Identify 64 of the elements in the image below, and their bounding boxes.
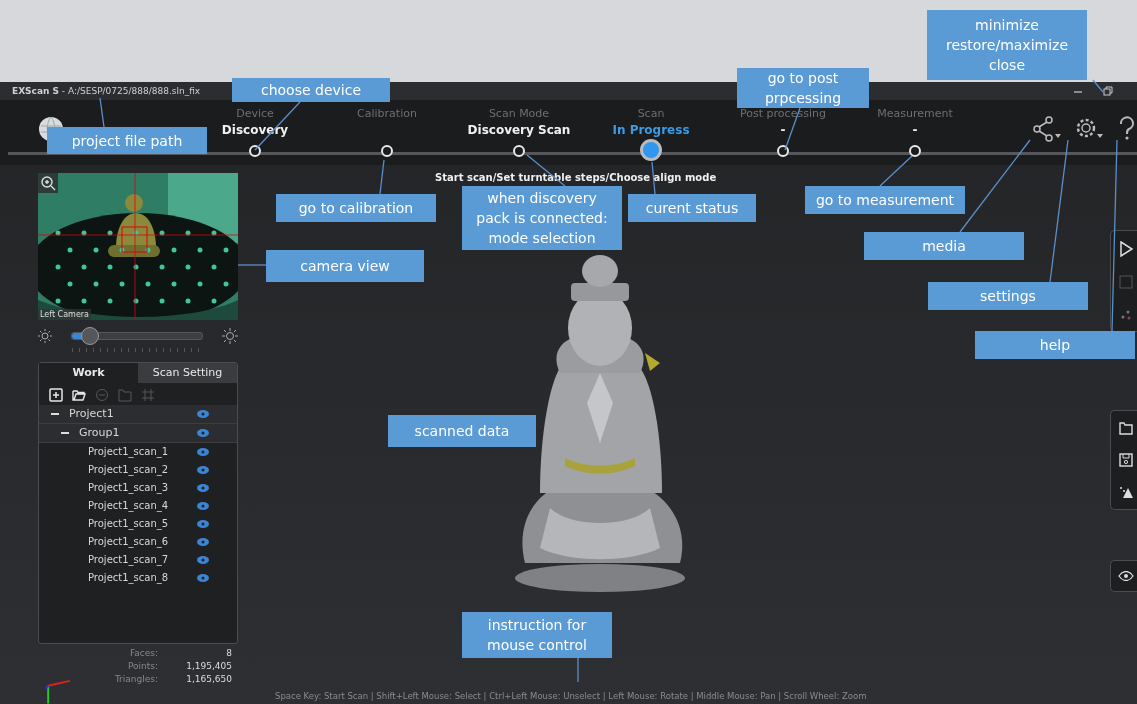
folder-open-icon[interactable] <box>72 387 86 402</box>
zoom-in-icon[interactable] <box>38 173 58 193</box>
annotation-label: scanned data <box>388 415 536 447</box>
tree-item[interactable]: Project1_scan_3 <box>88 482 169 494</box>
tree-item[interactable]: Project1_scan_1 <box>88 446 169 458</box>
tree-item[interactable]: Group1 <box>79 426 120 440</box>
leader-line <box>379 159 385 195</box>
annotation-label: help <box>975 331 1135 359</box>
brightness-low-icon <box>38 329 52 343</box>
step-label: Device <box>236 107 274 122</box>
tree-item[interactable]: Project1_scan_6 <box>88 536 169 548</box>
mesh-icon[interactable] <box>1119 485 1133 499</box>
step-value: In Progress <box>612 123 690 139</box>
annotation-label: media <box>864 232 1024 260</box>
annotation-label: when discovery pack is connected: mode selection <box>462 186 622 250</box>
stat-label: Triangles: <box>113 673 158 687</box>
leader-line <box>99 97 105 128</box>
annotation-label: minimize restore/maximize close <box>927 10 1087 80</box>
annotation-label: instruction for mouse control <box>462 612 612 658</box>
annotation-label: choose device <box>232 78 390 102</box>
stat-value: 1,195,405 <box>185 660 232 674</box>
step-label: Calibration <box>357 107 417 122</box>
annotation-label: camera view <box>266 250 424 282</box>
brightness-high-icon <box>222 328 238 344</box>
step-label: Scan Mode <box>488 107 550 122</box>
tree-item[interactable]: Project1_scan_4 <box>88 500 169 512</box>
panel-tab[interactable]: Scan Setting <box>138 362 237 383</box>
share-icon[interactable] <box>1033 116 1063 142</box>
tree-item[interactable]: Project1 <box>69 407 114 421</box>
step-value: - <box>912 123 918 139</box>
stat-label: Faces: <box>128 647 158 661</box>
leader-line <box>879 155 913 187</box>
leader-line <box>237 264 267 266</box>
tree-item[interactable]: Project1_scan_7 <box>88 554 169 566</box>
save-icon[interactable] <box>1119 453 1133 467</box>
restore-icon[interactable] <box>1103 86 1113 96</box>
window-title: EXScan S - A:/SESP/0725/888/888.sln_fix <box>12 86 201 96</box>
tree-item[interactable]: Project1_scan_8 <box>88 572 169 584</box>
annotation-label: settings <box>928 282 1088 310</box>
add-icon[interactable] <box>49 387 63 402</box>
folder-icon[interactable] <box>1119 421 1133 435</box>
camera-label: Left Camera <box>38 309 91 320</box>
step-value: - <box>780 123 786 139</box>
leader-line <box>577 657 579 683</box>
annotation-label: go to post prpcessing <box>737 68 869 108</box>
step-value: Discovery Scan <box>467 123 571 139</box>
annotation-label: curent status <box>628 194 756 222</box>
step-label: Scan <box>637 107 665 122</box>
help-icon[interactable] <box>1117 116 1137 142</box>
stat-label: Points: <box>126 660 158 674</box>
tree-item[interactable]: Project1_scan_5 <box>88 518 169 530</box>
stat-value: 1,165,650 <box>185 673 232 687</box>
leader-line <box>651 161 656 195</box>
tree-item[interactable]: Project1_scan_2 <box>88 464 169 476</box>
step-label: Measurement <box>877 107 953 122</box>
play-icon[interactable] <box>1119 241 1133 257</box>
annotation-label: project file path <box>47 127 207 154</box>
step-node[interactable] <box>640 139 662 161</box>
leader-line <box>1092 79 1104 93</box>
stat-value: 8 <box>225 647 232 661</box>
status-text: Space Key: Start Scan | Shift+Left Mouse: Select | Ctrl+Left Mouse: Unselect | Left Mouse: Rotate | Middle Mouse: Pan | Scroll Wheel: Zoom <box>275 691 868 701</box>
eye-icon[interactable] <box>1118 571 1134 581</box>
annotation-label: go to measurement <box>805 186 965 214</box>
annotation-label: go to calibration <box>276 194 436 222</box>
